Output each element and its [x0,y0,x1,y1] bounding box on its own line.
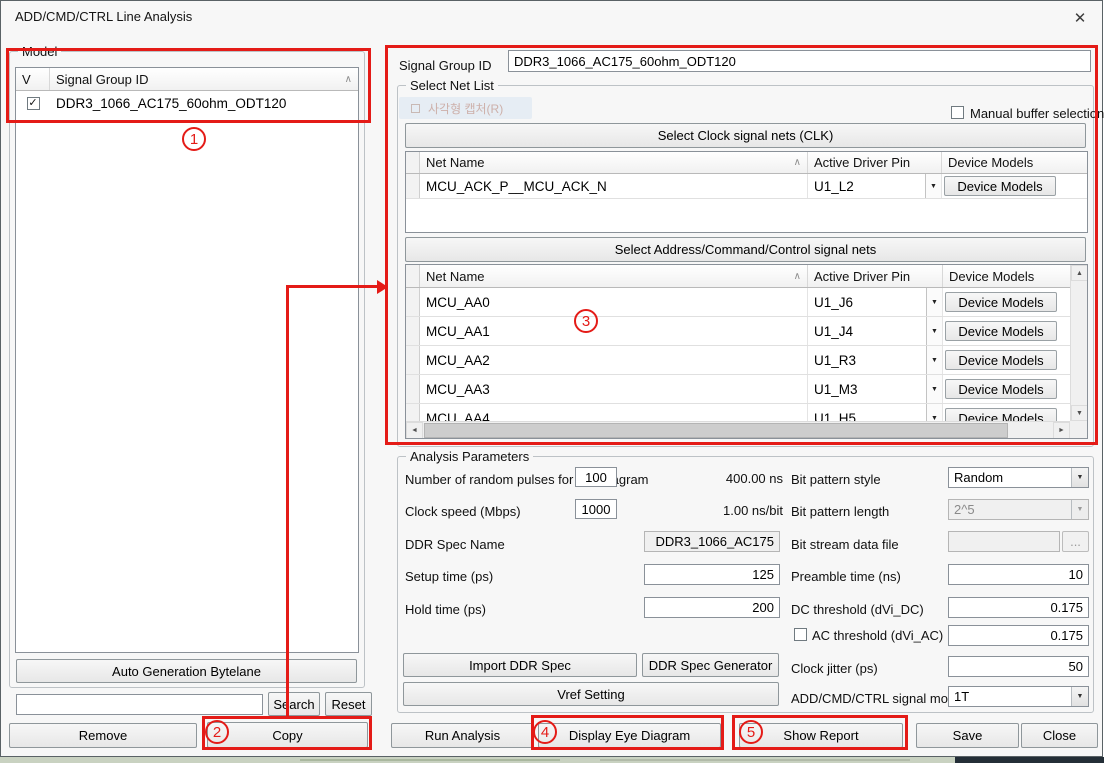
clock-jitter-field[interactable] [948,656,1089,677]
dc-threshold-field[interactable] [948,597,1089,618]
bit-pattern-style-combo[interactable]: Random ▼ [948,467,1089,488]
pulses-unit: 400.00 ns [661,471,783,486]
clock-speed-unit: 1.00 ns/bit [661,503,783,518]
model-list[interactable]: V Signal Group ID ∧ ✓ DDR3_1066_AC175_60… [15,67,359,653]
signal-mode-label: ADD/CMD/CTRL signal mode [791,691,962,706]
ddr-spec-generator-button[interactable]: DDR Spec Generator [642,653,779,677]
hold-time-field[interactable] [644,597,780,618]
background-dark-block [955,757,1104,763]
close-icon[interactable]: ✕ [1063,5,1097,31]
model-search-field[interactable] [16,694,263,715]
ddr-spec-name-field: DDR3_1066_AC175 [644,531,780,552]
analysis-parameters-label: Analysis Parameters [406,449,533,464]
preamble-time-label: Preamble time (ns) [791,569,901,584]
run-analysis-button[interactable]: Run Analysis [391,723,534,748]
bit-pattern-length-combo: 2^5 ▼ [948,499,1089,520]
bit-pattern-length-label: Bit pattern length [791,504,889,519]
pulses-field[interactable] [575,467,617,487]
dialog-title: ADD/CMD/CTRL Line Analysis [15,9,192,24]
dc-threshold-label: DC threshold (dVi_DC) [791,602,924,617]
clock-speed-label: Clock speed (Mbps) [405,504,521,519]
ac-threshold-checkbox[interactable] [794,628,807,641]
vref-setting-button[interactable]: Vref Setting [403,682,779,706]
auto-generation-bytelane-button[interactable]: Auto Generation Bytelane [16,659,357,683]
save-button[interactable]: Save [916,723,1019,748]
dropdown-arrow-icon: ▼ [1071,500,1088,519]
browse-button: ... [1062,531,1089,552]
clock-speed-field[interactable] [575,499,617,519]
search-button[interactable]: Search [268,692,320,716]
annotation-box-3 [385,45,1098,445]
annotation-circle-1: 1 [182,127,206,151]
bit-stream-field [948,531,1060,552]
background-artifact [300,759,560,761]
setup-time-field[interactable] [644,564,780,585]
model-search-input[interactable] [22,697,257,712]
ac-threshold-label: AC threshold (dVi_AC) [812,628,943,643]
bit-pattern-style-label: Bit pattern style [791,472,881,487]
annotation-circle-3: 3 [574,309,598,333]
annotation-arrow-line-horizontal [286,285,378,288]
annotation-circle-2: 2 [205,720,229,744]
signal-mode-combo[interactable]: 1T ▼ [948,686,1089,707]
annotation-arrow-line-vertical [286,286,289,716]
ddr-spec-name-label: DDR Spec Name [405,537,505,552]
bit-stream-label: Bit stream data file [791,537,899,552]
import-ddr-spec-button[interactable]: Import DDR Spec [403,653,637,677]
annotation-circle-5: 5 [739,720,763,744]
close-button[interactable]: Close [1021,723,1098,748]
preamble-time-field[interactable] [948,564,1089,585]
ac-threshold-field[interactable] [948,625,1089,646]
remove-button[interactable]: Remove [9,723,197,748]
annotation-box-1 [6,48,371,123]
reset-button[interactable]: Reset [325,692,372,716]
clock-jitter-label: Clock jitter (ps) [791,661,878,676]
dropdown-arrow-icon[interactable]: ▼ [1071,468,1088,487]
annotation-arrowhead-icon [377,280,388,294]
hold-time-label: Hold time (ps) [405,602,486,617]
setup-time-label: Setup time (ps) [405,569,493,584]
dropdown-arrow-icon[interactable]: ▼ [1071,687,1088,706]
annotation-box-4 [531,715,724,750]
screen: ADD/CMD/CTRL Line Analysis ✕ Model V Sig… [0,0,1104,763]
background-strip [0,757,1104,763]
annotation-circle-4: 4 [533,720,557,744]
background-artifact [600,759,910,761]
